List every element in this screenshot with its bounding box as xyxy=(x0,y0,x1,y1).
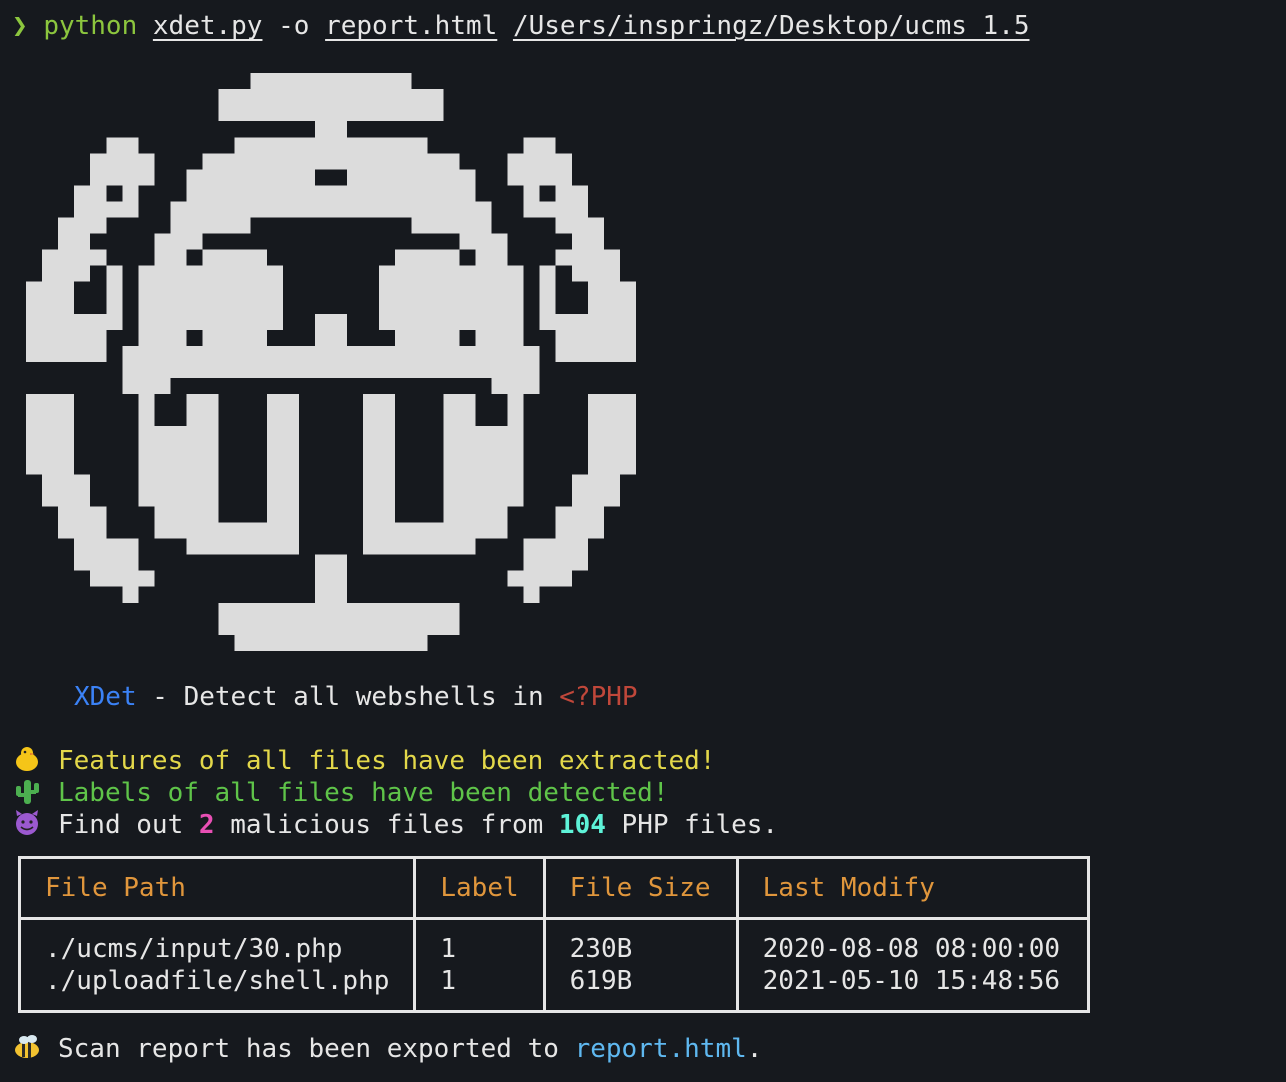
chick-icon xyxy=(16,747,38,771)
export-message: Scan report has been exported to report.… xyxy=(12,1033,762,1065)
summary-prefix: Find out xyxy=(58,810,199,840)
summary-suffix: PHP files. xyxy=(605,810,779,840)
prompt-symbol: ❯ xyxy=(12,11,28,41)
file-size-value: 230B xyxy=(569,934,633,964)
header-label: Label xyxy=(413,856,546,920)
command-target-path: /Users/inspringz/Desktop/ucms_1.5 xyxy=(512,11,1030,41)
file-size-value: 619B xyxy=(569,966,633,996)
results-table: File Path Label File Size Last Modify ./… xyxy=(17,856,1090,1013)
command-program: python xyxy=(43,11,138,41)
extracted-message: Features of all files have been extracte… xyxy=(12,745,715,777)
total-count: 104 xyxy=(558,810,606,840)
last-modify-value: 2020-08-08 08:00:00 xyxy=(762,934,1061,964)
banner-tagline: Detect all webshells in xyxy=(183,682,560,712)
devil-icon xyxy=(16,810,38,835)
export-prefix: Scan report has been exported to xyxy=(58,1034,575,1064)
result-summary: Find out 2 malicious files from 104 PHP … xyxy=(12,809,778,841)
extracted-text: Features of all files have been extracte… xyxy=(58,746,716,776)
label-value: 1 xyxy=(440,934,457,964)
header-file-size: File Size xyxy=(542,856,739,920)
malicious-count: 2 xyxy=(198,810,215,840)
export-suffix: . xyxy=(746,1034,763,1064)
summary-middle: malicious files from xyxy=(214,810,559,840)
file-path-value: ./uploadfile/shell.php xyxy=(45,966,390,996)
label-cell: 11 xyxy=(413,917,546,1013)
command-output-file: report.html xyxy=(325,11,498,41)
last-modify-value: 2021-05-10 15:48:56 xyxy=(762,966,1061,996)
file-path-value: ./ucms/input/30.php xyxy=(45,934,343,964)
detected-message: Labels of all files have been detected! xyxy=(12,777,668,809)
banner-separator: - xyxy=(136,682,184,712)
detected-text: Labels of all files have been detected! xyxy=(58,778,669,808)
cactus-icon xyxy=(16,780,39,804)
last-modify-cell: 2020-08-08 08:00:00 2021-05-10 15:48:56 xyxy=(735,917,1090,1013)
table-row: ./ucms/input/30.php ./uploadfile/shell.ph… xyxy=(17,917,1090,1013)
file-size-cell: 230B 619B xyxy=(542,917,739,1013)
file-path-cell: ./ucms/input/30.php ./uploadfile/shell.ph… xyxy=(17,917,417,1013)
command-script: xdet.py xyxy=(152,11,263,41)
label-value: 1 xyxy=(440,966,457,996)
banner-language: <?PHP xyxy=(559,682,638,712)
header-last-modify: Last Modify xyxy=(735,856,1090,920)
tool-name: XDet xyxy=(74,682,137,712)
tool-banner: XDet - Detect all webshells in <?PHP xyxy=(74,681,638,713)
report-link[interactable]: report.html xyxy=(575,1034,747,1064)
command-flag: -o xyxy=(278,11,310,41)
command-line: ❯ python xdet.py -o report.html /Users/i… xyxy=(12,10,1030,42)
bee-icon xyxy=(15,1035,39,1058)
header-file-path: File Path xyxy=(17,856,417,920)
trafalgar-law-logo xyxy=(26,73,636,651)
table-header-row: File Path Label File Size Last Modify xyxy=(17,856,1090,920)
